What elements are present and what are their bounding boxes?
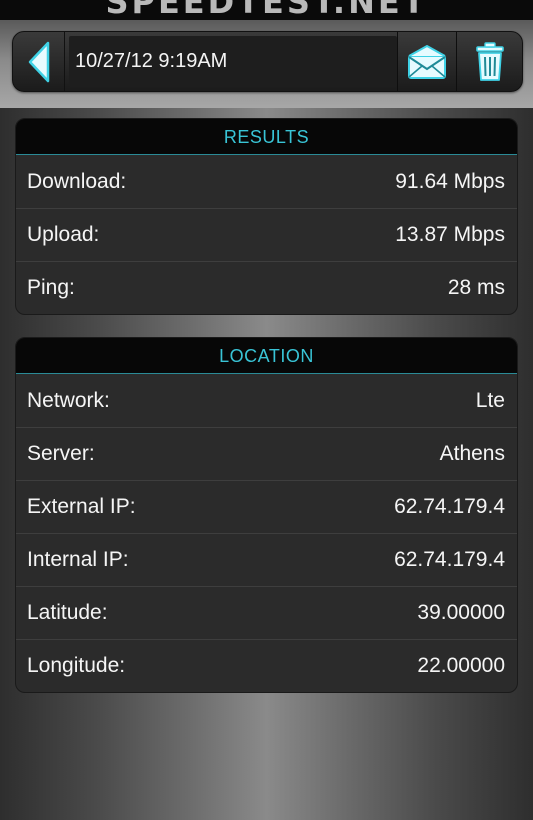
delete-button[interactable]	[458, 32, 522, 91]
row-value: 39.00000	[417, 601, 505, 624]
location-row-external-ip: External IP: 62.74.179.4	[16, 480, 517, 533]
envelope-icon	[408, 44, 446, 79]
row-value: Lte	[475, 388, 505, 412]
test-date-field: 10/27/12 9:19AM	[69, 36, 397, 87]
row-value: Athens	[439, 442, 505, 465]
test-date: 10/27/12 9:19AM	[75, 50, 228, 72]
row-value: 22.00000	[417, 654, 505, 677]
trash-icon	[476, 41, 504, 81]
row-label: External IP:	[27, 495, 136, 518]
app-brand: SPEEDTEST.NET	[105, 0, 428, 20]
back-arrow-icon	[28, 41, 49, 82]
results-panel: RESULTS Download: 91.64 Mbps Upload: 13.…	[15, 118, 518, 315]
row-value: 13.87 Mbps	[395, 223, 505, 246]
results-heading: RESULTS	[16, 119, 517, 155]
back-button[interactable]	[13, 32, 65, 91]
row-label: Internal IP:	[27, 548, 129, 571]
result-row-upload: Upload: 13.87 Mbps	[16, 208, 517, 261]
location-panel: LOCATION Network: Lte Server: Athens Ext…	[15, 337, 518, 693]
location-row-longitude: Longitude: 22.00000	[16, 639, 517, 692]
location-row-internal-ip: Internal IP: 62.74.179.4	[16, 533, 517, 586]
location-row-network: Network: Lte	[16, 374, 517, 427]
row-label: Server:	[27, 442, 95, 465]
header-toolbar: 10/27/12 9:19AM	[12, 31, 523, 92]
result-row-ping: Ping: 28 ms	[16, 261, 517, 314]
location-row-server: Server: Athens	[16, 427, 517, 480]
location-row-latitude: Latitude: 39.00000	[16, 586, 517, 639]
row-value: 62.74.179.4	[394, 548, 505, 571]
row-label: Longitude:	[27, 654, 126, 677]
row-label: Latitude:	[27, 601, 108, 624]
location-heading: LOCATION	[16, 338, 517, 374]
row-label: Network:	[27, 388, 110, 412]
header: 10/27/12 9:19AM	[0, 20, 533, 108]
app-title-bar: SPEEDTEST.NET	[0, 0, 533, 20]
row-label: Ping:	[27, 276, 75, 299]
row-value: 62.74.179.4	[394, 495, 505, 518]
row-label: Upload:	[27, 223, 100, 246]
row-value: 28 ms	[447, 276, 505, 299]
row-value: 91.64 Mbps	[395, 169, 505, 193]
share-email-button[interactable]	[397, 32, 457, 91]
row-label: Download:	[27, 169, 127, 193]
result-row-download: Download: 91.64 Mbps	[16, 155, 517, 208]
